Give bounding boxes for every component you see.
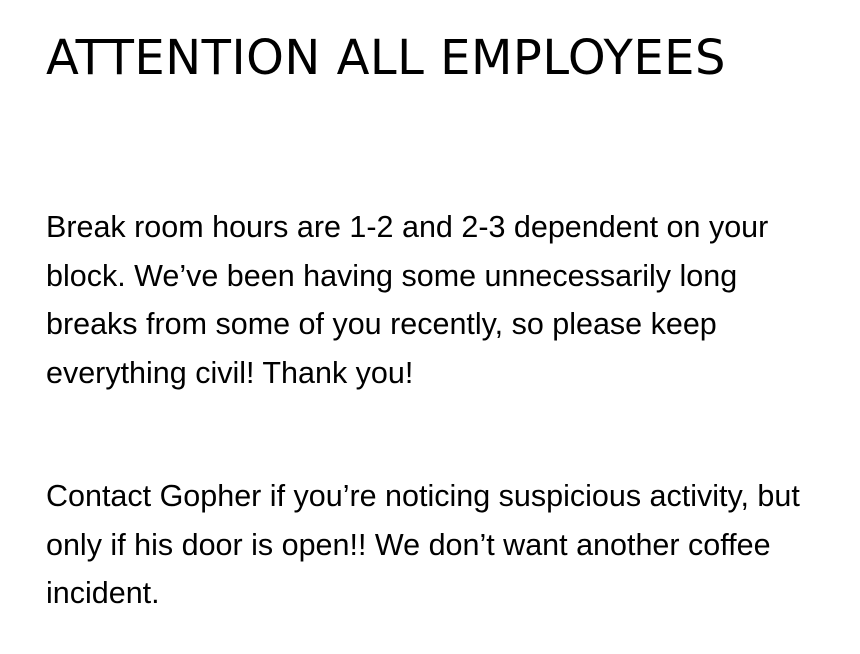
contact-paragraph: Contact Gopher if you’re noticing suspic…	[46, 479, 800, 610]
notice-title: ATTENTION ALL EMPLOYEES	[46, 30, 726, 86]
break-room-paragraph: Break room hours are 1-2 and 2-3 depende…	[46, 210, 769, 390]
